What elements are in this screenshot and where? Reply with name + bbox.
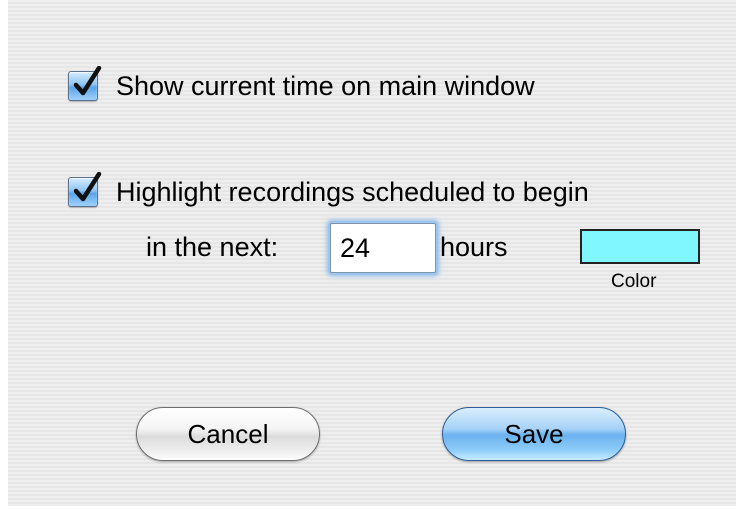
color-label: Color: [611, 271, 657, 292]
cancel-button[interactable]: Cancel: [136, 407, 320, 461]
hours-unit-label: hours: [440, 232, 508, 262]
hours-input[interactable]: [330, 223, 436, 273]
save-button[interactable]: Save: [442, 407, 626, 461]
in-the-next-label: in the next:: [146, 232, 279, 262]
show-time-label: Show current time on main window: [116, 71, 535, 101]
check-icon: [73, 172, 102, 202]
highlight-recordings-label: Highlight recordings scheduled to begin: [116, 177, 589, 207]
highlight-recordings-checkbox[interactable]: [68, 172, 102, 207]
show-time-checkbox[interactable]: [68, 66, 102, 101]
preferences-dialog: Show current time on main window Highlig…: [8, 0, 736, 506]
check-icon: [73, 66, 102, 96]
highlight-color-well[interactable]: [580, 229, 700, 264]
